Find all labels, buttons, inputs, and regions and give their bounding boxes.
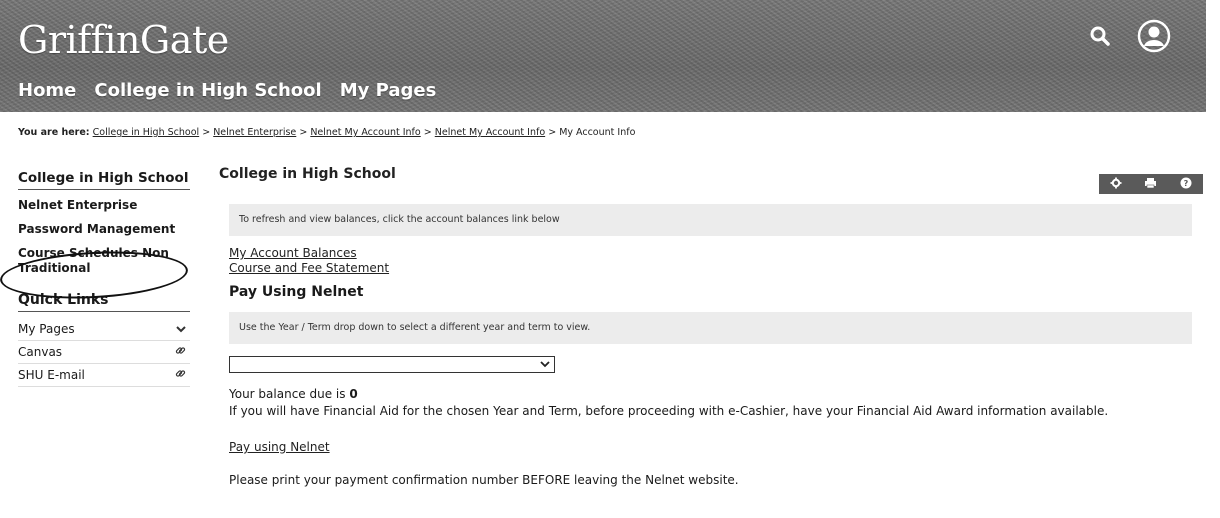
svg-text:?: ? — [1183, 179, 1188, 188]
main-content: College in High School ? To refresh and … — [219, 166, 1205, 487]
balance-text: Your balance due is — [229, 387, 346, 401]
balance-value: 0 — [349, 387, 358, 401]
breadcrumb-link[interactable]: Nelnet My Account Info — [435, 127, 545, 138]
financial-aid-note: If you will have Financial Aid for the c… — [229, 404, 1109, 418]
pay-heading: Pay Using Nelnet — [229, 284, 364, 300]
quick-link-label: SHU E-mail — [18, 368, 85, 382]
sidebar-heading: College in High School — [18, 170, 190, 190]
brand-logo[interactable]: GriffinGate — [18, 18, 229, 62]
breadcrumb-link[interactable]: College in High School — [93, 127, 200, 138]
site-header: GriffinGate Home College in High School … — [0, 0, 1206, 112]
breadcrumb-link[interactable]: Nelnet Enterprise — [213, 127, 296, 138]
chevron-down-icon — [540, 357, 550, 372]
nav-my-pages[interactable]: My Pages — [340, 80, 437, 101]
gear-icon[interactable] — [1110, 177, 1122, 192]
help-icon[interactable]: ? — [1180, 177, 1192, 192]
breadcrumb-separator: > — [548, 127, 557, 138]
quick-link-canvas[interactable]: Canvas — [18, 341, 190, 364]
quick-links: Quick Links My Pages Canvas SHU E-mail — [18, 292, 190, 387]
page-tools: ? — [1099, 174, 1203, 194]
quick-link-label: Canvas — [18, 345, 63, 359]
chevron-down-icon[interactable] — [176, 322, 190, 336]
sidebar-item-password-management[interactable]: Password Management — [18, 222, 190, 237]
search-icon[interactable] — [1082, 18, 1118, 54]
breadcrumb-separator: > — [202, 127, 211, 138]
course-fee-statement-link[interactable]: Course and Fee Statement — [229, 261, 1205, 276]
quick-link-my-pages[interactable]: My Pages — [18, 318, 190, 341]
sidebar: College in High School Nelnet Enterprise… — [0, 170, 190, 387]
sidebar-item-course-schedules[interactable]: Course Schedules Non Traditional — [18, 246, 190, 276]
sidebar-item-nelnet-enterprise[interactable]: Nelnet Enterprise — [18, 198, 190, 213]
print-icon[interactable] — [1144, 177, 1157, 192]
refresh-info-box: To refresh and view balances, click the … — [229, 204, 1192, 236]
breadcrumb-separator: > — [299, 127, 308, 138]
year-term-select[interactable] — [229, 356, 555, 373]
breadcrumb-separator: > — [423, 127, 432, 138]
link-icon — [175, 368, 190, 382]
nav-home[interactable]: Home — [18, 80, 76, 101]
quick-link-label: My Pages — [18, 322, 75, 336]
header-icons — [1082, 18, 1172, 54]
breadcrumb-current: My Account Info — [559, 127, 636, 138]
pay-using-nelnet-link[interactable]: Pay using Nelnet — [229, 440, 330, 454]
my-account-balances-link[interactable]: My Account Balances — [229, 246, 1205, 261]
quick-link-shu-email[interactable]: SHU E-mail — [18, 364, 190, 387]
breadcrumb-prefix: You are here: — [18, 127, 90, 138]
nav-college-in-high-school[interactable]: College in High School — [94, 80, 321, 101]
confirmation-note: Please print your payment confirmation n… — [229, 473, 739, 487]
user-icon[interactable] — [1136, 18, 1172, 54]
term-info-box: Use the Year / Term drop down to select … — [229, 312, 1192, 344]
link-icon — [175, 345, 190, 359]
balance-line: Your balance due is 0 — [229, 387, 1205, 401]
quick-links-heading: Quick Links — [18, 292, 190, 312]
main-nav: Home College in High School My Pages — [18, 80, 436, 101]
account-links: My Account Balances Course and Fee State… — [229, 246, 1205, 276]
breadcrumb: You are here: College in High School > N… — [18, 127, 635, 138]
breadcrumb-link[interactable]: Nelnet My Account Info — [310, 127, 420, 138]
page-title: College in High School — [219, 166, 396, 182]
